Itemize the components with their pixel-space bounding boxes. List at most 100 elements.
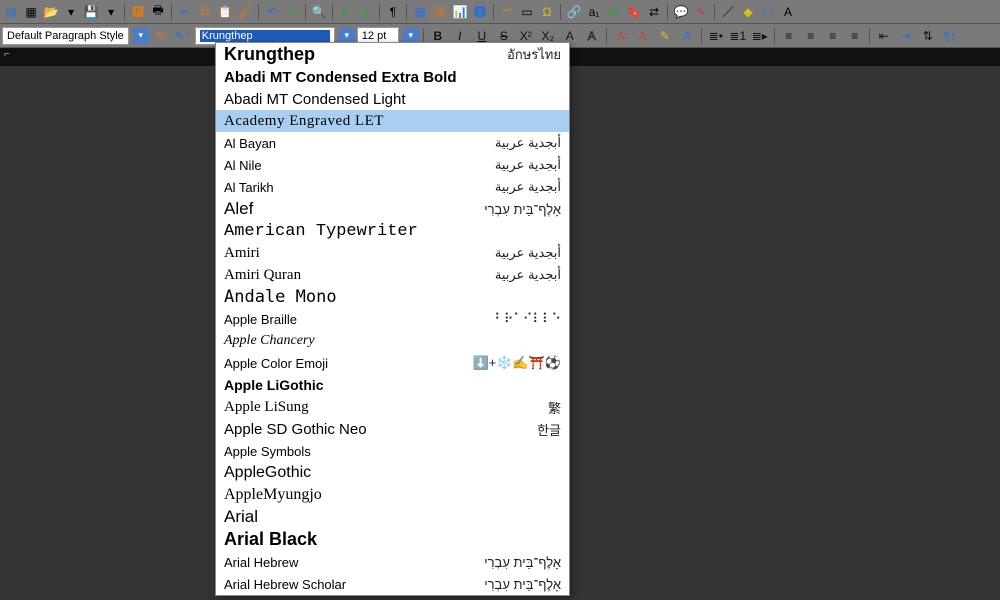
- align-justify-icon[interactable]: ≡: [845, 26, 865, 46]
- bookmark-icon[interactable]: 🔖: [625, 3, 643, 21]
- indent-dec-icon[interactable]: ⇤: [874, 26, 894, 46]
- font-option[interactable]: Apple Symbols: [216, 440, 569, 462]
- font-option[interactable]: Andale Mono: [216, 286, 569, 308]
- font-option-sample: أبجدية عربية: [495, 267, 561, 283]
- draw-func-icon[interactable]: ⬠: [759, 3, 777, 21]
- font-option[interactable]: AppleMyungjo: [216, 484, 569, 506]
- print-icon[interactable]: 🖶: [149, 3, 167, 21]
- align-left-icon[interactable]: ≡: [779, 26, 799, 46]
- redo-icon[interactable]: ↷: [283, 3, 301, 21]
- open-icon[interactable]: 📂: [42, 3, 60, 21]
- font-size-value: 12 pt: [362, 30, 386, 42]
- spellcheck-icon[interactable]: ✔: [337, 3, 355, 21]
- font-option-sample: אָלֶף־בֵּית עִבְרִי: [484, 555, 561, 570]
- bullet-list-icon[interactable]: ≣•: [706, 26, 726, 46]
- font-option[interactable]: Arial Hebrewאָלֶף־בֵּית עִבְרִי: [216, 551, 569, 573]
- paragraph-style-value: Default Paragraph Style: [7, 30, 124, 42]
- font-name-dropdown[interactable]: KrungthepอักษรไทยAbadi MT Condensed Extr…: [215, 42, 570, 596]
- font-option[interactable]: Alefאָלֶף־בֵּית עִבְרִי: [216, 198, 569, 220]
- font-option[interactable]: Apple LiSung繁: [216, 396, 569, 418]
- para-spacing-icon[interactable]: ¶↕: [940, 26, 960, 46]
- save-as-icon[interactable]: ▾: [102, 3, 120, 21]
- font-color-icon[interactable]: A: [633, 26, 653, 46]
- font-option[interactable]: Apple LiGothic: [216, 374, 569, 396]
- font-option[interactable]: Arial Black: [216, 528, 569, 551]
- save-icon[interactable]: 💾: [82, 3, 100, 21]
- font-option-name: Apple SD Gothic Neo: [224, 421, 367, 438]
- font-option[interactable]: Arial Hebrew Scholarאָלֶף־בֵּית עִבְרִי: [216, 573, 569, 595]
- insert-table-icon[interactable]: ▦: [411, 3, 429, 21]
- templates-icon[interactable]: ▦: [22, 3, 40, 21]
- line-icon[interactable]: ／: [719, 3, 737, 21]
- line-spacing-icon[interactable]: ⇅: [918, 26, 938, 46]
- cross-ref-icon[interactable]: ⇄: [645, 3, 663, 21]
- outline-button[interactable]: A: [582, 26, 602, 46]
- font-option[interactable]: Apple Chancery: [216, 330, 569, 352]
- font-option[interactable]: Apple Color Emoji⬇️+❄️✍️⛩️⚽: [216, 352, 569, 374]
- font-option[interactable]: Amiriأبجدية عربية: [216, 242, 569, 264]
- paragraph-style-dropdown-arrow[interactable]: ▾: [133, 28, 149, 44]
- font-option[interactable]: Al Tarikhأبجدية عربية: [216, 176, 569, 198]
- font-option[interactable]: Apple Braille⠃⠗⠁⠊⠇⠇⠑: [216, 308, 569, 330]
- indent-inc-icon[interactable]: ⇥: [896, 26, 916, 46]
- basic-shapes-icon[interactable]: ◆: [739, 3, 757, 21]
- font-option-sample: 繁: [548, 398, 561, 417]
- separator: [667, 4, 668, 20]
- formatting-marks-icon[interactable]: ¶: [384, 3, 402, 21]
- font-option-name: Arial Hebrew Scholar: [224, 577, 346, 592]
- separator: [774, 28, 775, 44]
- insert-field-icon[interactable]: ▭: [518, 3, 536, 21]
- align-center-icon[interactable]: ≡: [801, 26, 821, 46]
- separator: [124, 4, 125, 20]
- find-icon[interactable]: 🔍: [310, 3, 328, 21]
- fontwork-icon[interactable]: A: [779, 3, 797, 21]
- update-style-icon[interactable]: ✎: [151, 26, 171, 46]
- insert-chart-icon[interactable]: 📊: [451, 3, 469, 21]
- new-doc-icon[interactable]: ▤: [2, 3, 20, 21]
- clone-format-icon[interactable]: 🖌: [236, 3, 254, 21]
- font-option-sample: أبجدية عربية: [495, 157, 561, 173]
- track-changes-icon[interactable]: ✎: [692, 3, 710, 21]
- copy-icon[interactable]: ⧉: [196, 3, 214, 21]
- font-option-name: Al Bayan: [224, 136, 276, 151]
- font-option-sample: 한글: [537, 420, 561, 439]
- paste-icon[interactable]: 📋: [216, 3, 234, 21]
- special-char-icon[interactable]: Ω: [538, 3, 556, 21]
- font-option[interactable]: American Typewriter: [216, 220, 569, 242]
- insert-image-icon[interactable]: 🖼: [431, 3, 449, 21]
- undo-icon[interactable]: ↶: [263, 3, 281, 21]
- insert-textbox-icon[interactable]: 🅰: [471, 3, 489, 21]
- footnote-icon[interactable]: a₁: [585, 3, 603, 21]
- font-option[interactable]: Arial: [216, 506, 569, 528]
- number-list-icon[interactable]: ≣1: [728, 26, 748, 46]
- font-option[interactable]: Abadi MT Condensed Light: [216, 88, 569, 110]
- highlight-icon[interactable]: ✎: [655, 26, 675, 46]
- new-style-icon[interactable]: ✎⁺: [173, 26, 193, 46]
- font-option[interactable]: Al Bayanأبجدية عربية: [216, 132, 569, 154]
- export-pdf-icon[interactable]: 🅿: [129, 3, 147, 21]
- autospell-icon[interactable]: ✔̲: [357, 3, 375, 21]
- font-option-name: Al Tarikh: [224, 180, 274, 195]
- hyperlink-icon[interactable]: 🔗: [565, 3, 583, 21]
- paragraph-style-combo[interactable]: Default Paragraph Style: [2, 27, 129, 45]
- endnote-icon[interactable]: a¹: [605, 3, 623, 21]
- clear-format-icon[interactable]: A̶: [611, 26, 631, 46]
- char-bg-icon[interactable]: A: [677, 26, 697, 46]
- font-option[interactable]: Al Nileأبجدية عربية: [216, 154, 569, 176]
- font-option-sample: อักษรไทย: [507, 44, 561, 65]
- font-option[interactable]: Abadi MT Condensed Extra Bold: [216, 66, 569, 88]
- font-option[interactable]: AppleGothic: [216, 462, 569, 484]
- recent-icon[interactable]: ▾: [62, 3, 80, 21]
- outline-list-icon[interactable]: ≣▸: [750, 26, 770, 46]
- cut-icon[interactable]: ✂: [176, 3, 194, 21]
- page-break-icon[interactable]: ⭲: [498, 3, 516, 21]
- font-option[interactable]: Krungthepอักษรไทย: [216, 43, 569, 66]
- font-name-value: Krungthep: [200, 30, 330, 42]
- font-option-sample: أبجدية عربية: [495, 245, 561, 261]
- comment-icon[interactable]: 💬: [672, 3, 690, 21]
- font-option[interactable]: Apple SD Gothic Neo 한글: [216, 418, 569, 440]
- align-right-icon[interactable]: ≡: [823, 26, 843, 46]
- font-option[interactable]: Amiri Quranأبجدية عربية: [216, 264, 569, 286]
- font-option[interactable]: Academy Engraved LET: [216, 110, 569, 132]
- separator: [701, 28, 702, 44]
